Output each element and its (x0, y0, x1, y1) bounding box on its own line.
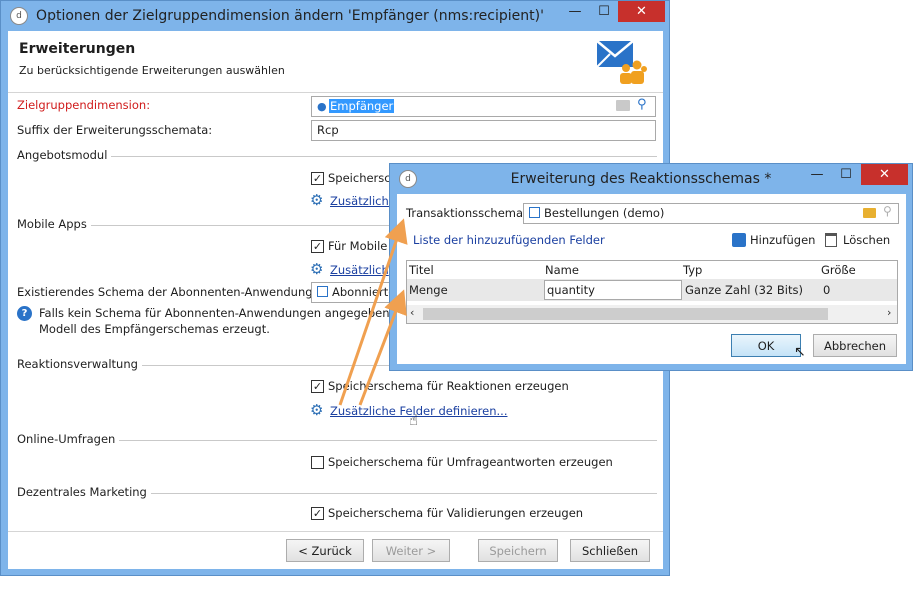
cancel-button[interactable]: Abbrechen (813, 334, 897, 357)
dialog-client: Transaktionsschema: Bestellungen (demo) … (397, 194, 906, 364)
offer-checkbox-label: Speichersch (328, 171, 398, 185)
next-button[interactable]: Weiter > (372, 539, 450, 562)
target-dim-label: Zielgruppendimension: (17, 98, 151, 112)
decentral-checkbox[interactable]: ✓ (311, 507, 324, 520)
transaction-label: Transaktionsschema: (406, 206, 527, 220)
reaction-checkbox-label: Speicherschema für Reaktionen erzeugen (328, 379, 569, 393)
survey-checkbox-label: Speicherschema für Umfrageantworten erze… (328, 455, 613, 469)
ok-button[interactable]: OK (731, 334, 801, 357)
search-icon[interactable]: ⚲ (637, 97, 653, 113)
gear-icon: ⚙ (310, 191, 324, 209)
folder-icon[interactable] (616, 100, 630, 111)
schema-icon (529, 207, 540, 218)
transaction-field[interactable]: Bestellungen (demo) (523, 203, 899, 224)
scroll-right-icon[interactable]: › (887, 306, 891, 319)
folder-icon[interactable] (863, 208, 876, 218)
close-window-button[interactable]: ✕ (861, 164, 908, 185)
add-icon (732, 233, 746, 247)
page-title: Erweiterungen (19, 41, 136, 57)
gear-icon: ⚙ (310, 401, 324, 419)
target-dim-value: Empfänger (329, 99, 395, 113)
minimize-button[interactable]: — (561, 1, 589, 22)
section-survey: Online-Umfragen (17, 432, 657, 446)
scroll-thumb[interactable] (423, 308, 828, 320)
save-button[interactable]: Speichern (478, 539, 558, 562)
hand-cursor-icon: ☝ (409, 411, 419, 429)
fields-grid[interactable]: Titel Name Typ Größe Menge quantity Ganz… (406, 260, 898, 324)
maximize-button[interactable]: ☐ (591, 1, 617, 22)
back-button[interactable]: < Zurück (286, 539, 364, 562)
info-text-line2: Modell des Empfängerschemas erzeugt. (39, 322, 270, 336)
mobile-fields-link[interactable]: Zusätzlich (330, 263, 389, 277)
delete-button[interactable]: Löschen (843, 233, 890, 247)
header-separator (8, 92, 663, 93)
decentral-checkbox-label: Speicherschema für Validierungen erzeuge… (328, 506, 584, 520)
maximize-button[interactable]: ☐ (833, 164, 859, 185)
column-header[interactable]: Titel (409, 263, 434, 277)
reaction-fields-link[interactable]: Zusätzliche Felder definieren... (330, 404, 507, 418)
info-text-line1: Falls kein Schema für Abonnenten-Anwendu… (39, 306, 418, 320)
cell-groesse: 0 (823, 283, 831, 297)
add-button[interactable]: Hinzufügen (750, 233, 815, 247)
app-icon: d (10, 7, 28, 25)
pointer-cursor-icon: ↖ (794, 344, 806, 360)
section-offer: Angebotsmodul (17, 148, 657, 162)
existing-schema-field[interactable]: Abonnierte (311, 282, 401, 303)
suffix-label: Suffix der Erweiterungsschemata: (17, 123, 213, 137)
trash-icon (825, 233, 837, 247)
info-icon: ? (17, 306, 32, 321)
minimize-button[interactable]: — (803, 164, 831, 185)
section-decentral: Dezentrales Marketing (17, 485, 657, 499)
footer-separator (8, 531, 663, 532)
offer-checkbox[interactable]: ✓ (311, 172, 324, 185)
page-subtitle: Zu berücksichtigende Erweiterungen auswä… (19, 64, 285, 77)
cell-titel: Menge (409, 283, 448, 297)
survey-checkbox[interactable] (311, 456, 324, 469)
target-dim-field[interactable]: ● Empfänger (311, 96, 656, 117)
column-header[interactable]: Größe (821, 263, 856, 277)
user-icon: ● (317, 100, 327, 113)
mobile-checkbox[interactable]: ✓ (311, 240, 324, 253)
suffix-input[interactable]: Rcp (311, 120, 656, 141)
scroll-left-icon[interactable]: ‹ (410, 306, 414, 319)
field-list-title: Liste der hinzuzufügenden Felder (413, 233, 605, 247)
search-icon[interactable]: ⚲ (883, 204, 897, 218)
reaction-schema-dialog: d Erweiterung des Reaktionsschemas * — ☐… (389, 163, 913, 371)
close-button[interactable]: Schließen (570, 539, 650, 562)
close-window-button[interactable]: ✕ (618, 1, 665, 22)
reaction-checkbox[interactable]: ✓ (311, 380, 324, 393)
table-row[interactable]: Menge quantity Ganze Zahl (32 Bits) 0 (407, 279, 897, 301)
schema-icon (317, 286, 328, 297)
name-cell-input[interactable]: quantity (544, 280, 682, 300)
cell-typ: Ganze Zahl (32 Bits) (685, 283, 803, 297)
existing-schema-label: Existierendes Schema der Abonnenten-Anwe… (17, 285, 331, 299)
horizontal-scrollbar[interactable]: ‹ › (407, 305, 897, 323)
column-header[interactable]: Name (545, 263, 579, 277)
column-header[interactable]: Typ (683, 263, 702, 277)
offer-fields-link[interactable]: Zusätzliche (330, 194, 396, 208)
gear-icon: ⚙ (310, 260, 324, 278)
mail-users-icon (596, 39, 648, 85)
app-icon: d (399, 170, 417, 188)
